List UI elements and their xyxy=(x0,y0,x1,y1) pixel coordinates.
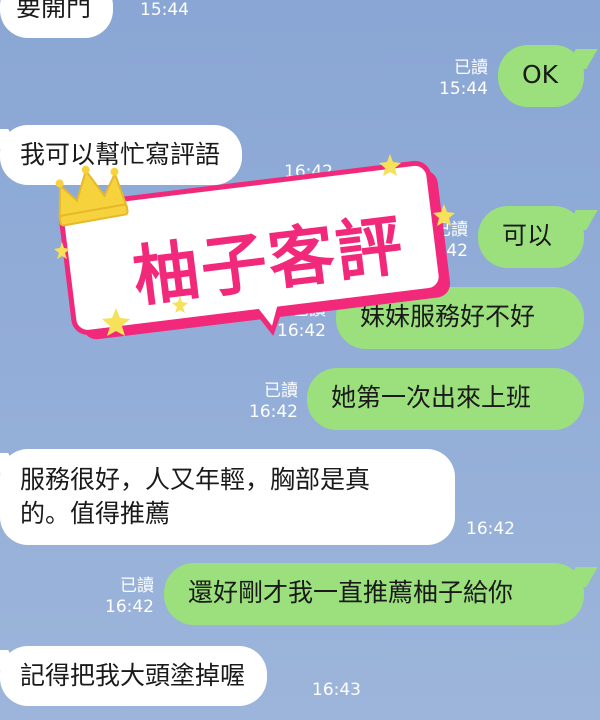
chat-thread: 要開門 15:44 已讀 15:44 OK 我可以幫忙寫評語 16:42 已讀 … xyxy=(0,0,600,720)
message-bubble-outgoing[interactable]: 還好剛才我一直推薦柚子給你 xyxy=(164,563,584,625)
read-receipt: 已讀 xyxy=(264,381,298,401)
message-text: 還好剛才我一直推薦柚子給你 xyxy=(188,578,514,607)
message-text: OK xyxy=(522,60,559,89)
watermark-badge: 柚子客評 xyxy=(40,150,460,340)
message-time: 15:44 xyxy=(439,79,488,99)
message-text: 可以 xyxy=(502,221,553,250)
crown-icon xyxy=(55,165,129,227)
message-bubble-outgoing[interactable]: 她第一次出來上班 xyxy=(307,368,584,430)
message-meta: 已讀 15:44 xyxy=(430,58,488,100)
message-bubble-outgoing[interactable]: 可以 xyxy=(478,206,584,268)
message-meta: 16:43 xyxy=(312,680,361,701)
message-time: 16:42 xyxy=(249,402,298,422)
read-receipt: 已讀 xyxy=(120,576,154,596)
message-time: 15:44 xyxy=(140,0,189,20)
message-bubble-incoming[interactable]: 記得把我大頭塗掉喔 xyxy=(0,646,268,706)
message-time: 16:42 xyxy=(105,597,154,617)
message-bubble-outgoing[interactable]: OK xyxy=(498,45,584,107)
message-meta: 15:44 xyxy=(140,0,189,21)
message-bubble-incoming[interactable]: 要開門 xyxy=(0,0,114,38)
message-meta: 已讀 16:42 xyxy=(100,576,154,618)
message-meta: 16:42 xyxy=(466,519,515,540)
message-text: 記得把我大頭塗掉喔 xyxy=(20,661,246,690)
message-text-line-1: 服務很好，人又年輕，胸部是真 xyxy=(20,465,371,494)
read-receipt: 已讀 xyxy=(454,58,488,78)
message-text: 她第一次出來上班 xyxy=(331,383,532,412)
message-text-line-2: 的。值得推薦 xyxy=(20,499,171,528)
message-time: 16:43 xyxy=(312,680,361,700)
message-text: 要開門 xyxy=(16,0,92,22)
message-time: 16:42 xyxy=(466,519,515,539)
message-bubble-incoming[interactable]: 服務很好，人又年輕，胸部是真 的。值得推薦 xyxy=(0,449,455,545)
message-meta: 已讀 16:42 xyxy=(240,381,298,423)
